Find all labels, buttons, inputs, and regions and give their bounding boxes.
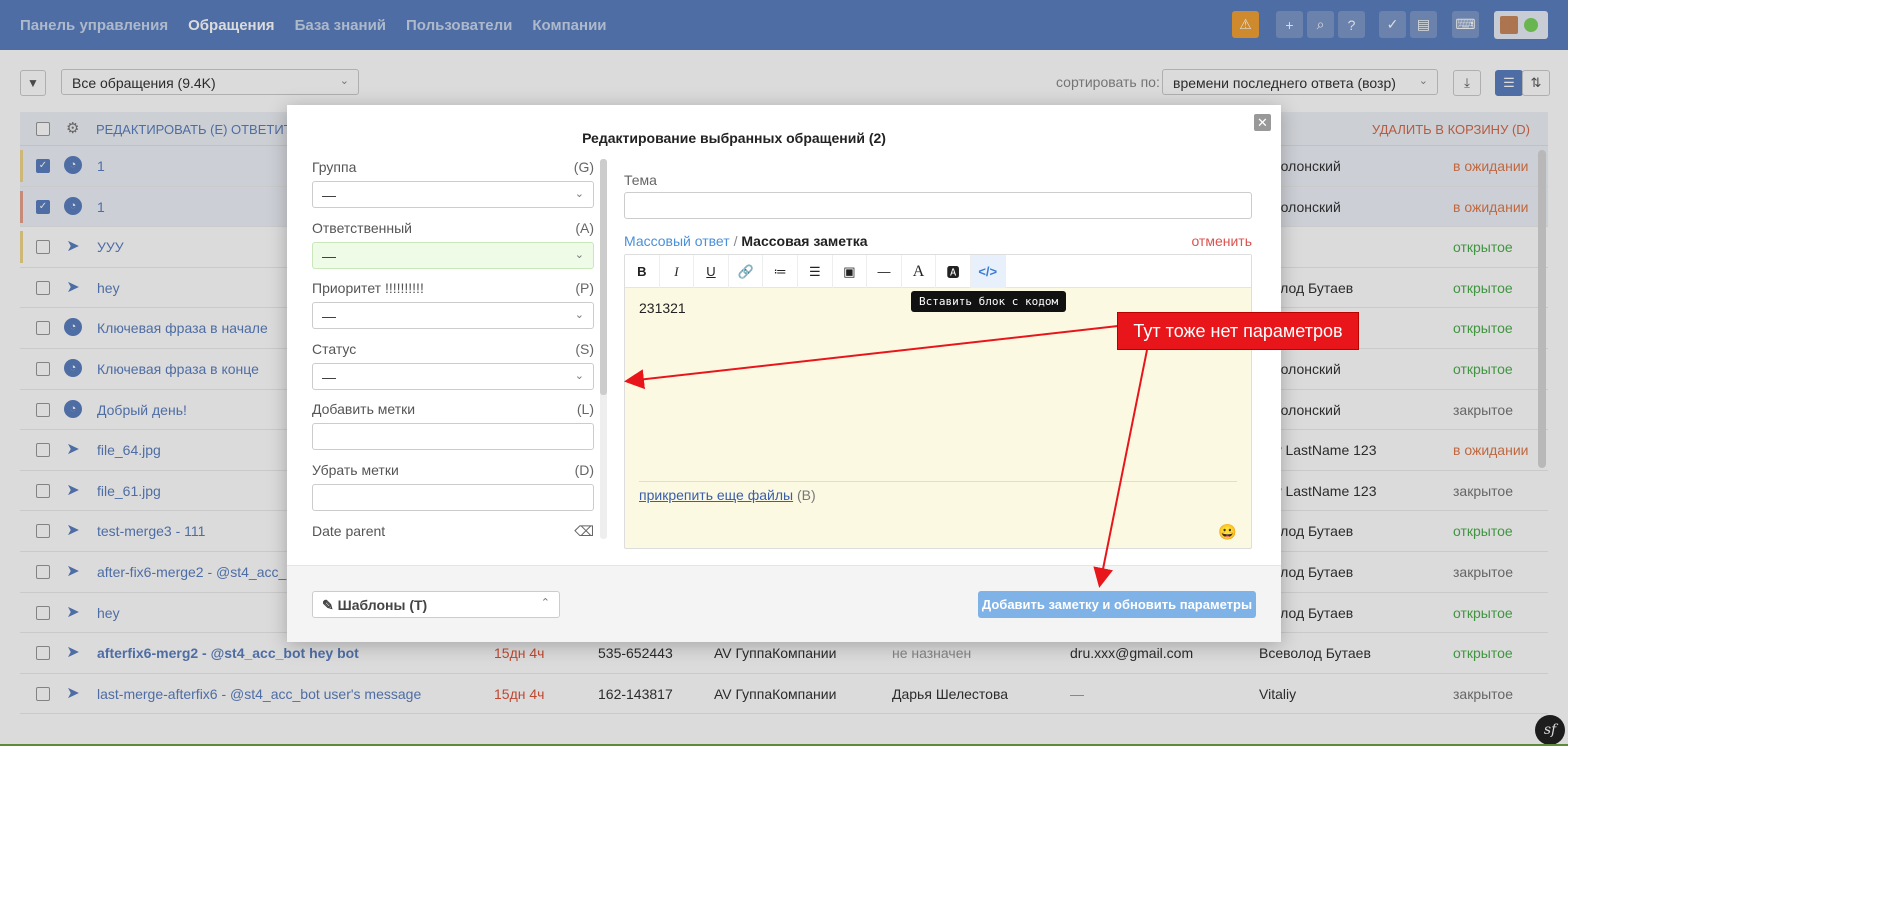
param-label: Ответственный [312, 220, 412, 236]
params-scrollbar-thumb[interactable] [600, 159, 607, 395]
param-label: Добавить метки [312, 401, 416, 417]
chevron-down-icon: ⌄ [574, 188, 584, 200]
submit-button[interactable]: Добавить заметку и обновить параметры [978, 591, 1256, 618]
editor-toolbar: B I U 🔗 ≔ ☰ ▣ — A 🅰 </> [625, 255, 1251, 288]
text-color-icon[interactable]: A [902, 255, 937, 288]
code-block-icon[interactable]: </> [970, 255, 1006, 288]
mass-note-tab[interactable]: Массовая заметка [741, 233, 867, 249]
note-editor[interactable]: B I U 🔗 ≔ ☰ ▣ — A 🅰 </> Вставить блок с … [624, 254, 1252, 549]
subject-input[interactable] [624, 192, 1252, 219]
param-value: — [322, 187, 336, 203]
param-shortcut: (G) [573, 159, 594, 175]
param-shortcut: (P) [575, 280, 594, 296]
chevron-down-icon: ⌄ [574, 309, 584, 321]
param-input[interactable]: — ⌄ [312, 363, 594, 390]
annotation-callout: Тут тоже нет параметров [1117, 312, 1359, 350]
bold-icon[interactable]: B [625, 255, 660, 288]
subject-label: Тема [624, 172, 657, 188]
link-icon[interactable]: 🔗 [729, 255, 764, 288]
bulk-edit-modal: Редактирование выбранных обращений (2) ✕… [287, 105, 1281, 642]
background-color-icon[interactable]: 🅰 [936, 255, 971, 288]
attachments-row: прикрепить еще файлы (B) [639, 481, 1237, 503]
param-label: Статус [312, 341, 357, 357]
bullet-list-icon[interactable]: ☰ [798, 255, 833, 288]
italic-icon[interactable]: I [660, 255, 695, 288]
param-input[interactable]: — ⌄ [312, 242, 594, 269]
templates-label: Шаблоны (T) [337, 597, 428, 613]
param-value: — [322, 308, 336, 324]
param-input[interactable]: — ⌄ [312, 181, 594, 208]
chevron-up-icon: ⌃ [540, 597, 550, 609]
params-column: Группа (G) — ⌄ Ответственный (A) — ⌄ Приоритет !… [312, 159, 594, 543]
mass-reply-tab[interactable]: Массовый ответ [624, 233, 730, 249]
param-value: — [322, 369, 336, 385]
param-input[interactable]: — ⌄ [312, 302, 594, 329]
chevron-down-icon: ⌄ [574, 370, 584, 382]
param-shortcut: (S) [575, 341, 594, 357]
attach-files-link[interactable]: прикрепить еще файлы [639, 487, 793, 503]
bottom-border [0, 744, 1568, 746]
image-icon[interactable]: ▣ [833, 255, 868, 288]
underline-icon[interactable]: U [694, 255, 729, 288]
editor-content[interactable]: 231321 [639, 300, 686, 316]
emoji-icon[interactable]: 😀 [1218, 523, 1237, 541]
param-input[interactable] [312, 423, 594, 450]
param-label: Приоритет !!!!!!!!!! [312, 280, 424, 296]
mode-separator: / [733, 233, 738, 249]
param-label: Date parent [312, 523, 386, 539]
param-input[interactable] [312, 484, 594, 511]
params-scrollbar[interactable] [600, 159, 607, 539]
ordered-list-icon[interactable]: ≔ [763, 255, 798, 288]
param-shortcut: (L) [576, 401, 594, 417]
close-icon[interactable]: ✕ [1254, 114, 1271, 131]
mode-switch: Массовый ответ / Массовая заметка [624, 233, 868, 249]
param-value: — [322, 248, 336, 264]
chevron-down-icon: ⌄ [574, 249, 584, 261]
horizontal-rule-icon[interactable]: — [867, 255, 902, 288]
magic-wand-icon: ✎ [322, 597, 334, 613]
modal-footer: ✎ Шаблоны (T) ⌃ Добавить заметку и обнов… [287, 565, 1281, 642]
cancel-link[interactable]: отменить [1191, 233, 1252, 249]
templates-select[interactable]: ✎ Шаблоны (T) ⌃ [312, 591, 560, 618]
param-label: Убрать метки [312, 462, 399, 478]
modal-title: Редактирование выбранных обращений (2) [582, 130, 886, 146]
param-label: Группа [312, 159, 357, 175]
code-block-tooltip: Вставить блок с кодом [911, 291, 1067, 312]
param-shortcut: ⌫ [574, 523, 594, 539]
attach-key: (B) [796, 487, 816, 503]
param-shortcut: (A) [575, 220, 594, 236]
param-shortcut: (D) [574, 462, 594, 478]
